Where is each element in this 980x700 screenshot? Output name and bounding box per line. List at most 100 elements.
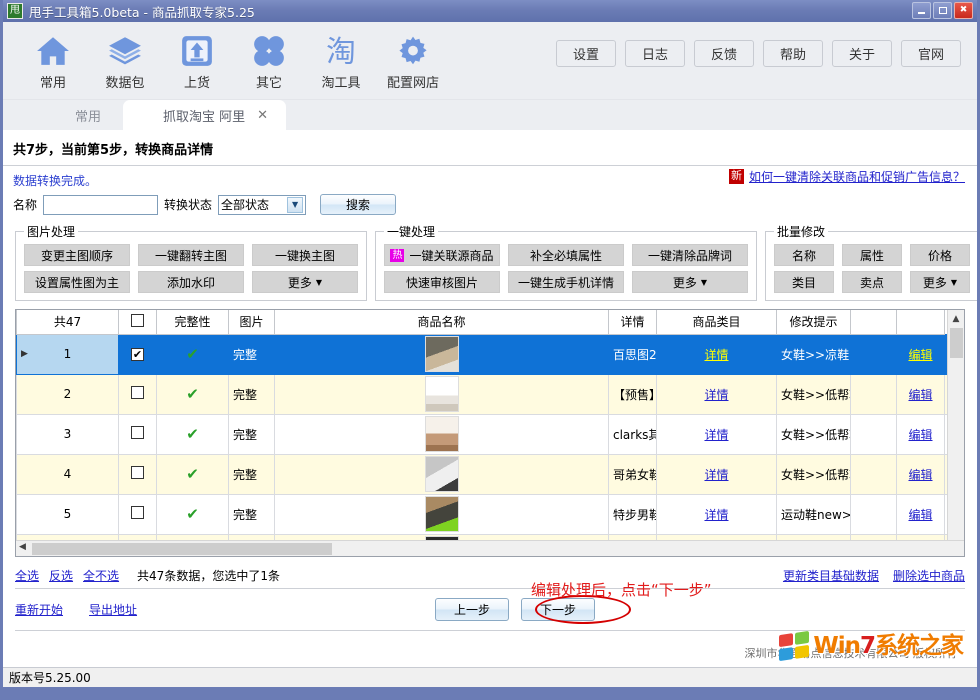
- about-button[interactable]: 关于: [832, 40, 892, 67]
- row-checkbox[interactable]: ✔: [131, 348, 144, 361]
- update-category-data-link[interactable]: 更新类目基础数据: [783, 567, 879, 584]
- ribbon-item-taotool[interactable]: 淘 淘工具: [305, 28, 377, 91]
- row-checkbox-cell[interactable]: [119, 494, 157, 534]
- row-detail-cell[interactable]: 详情: [657, 334, 777, 374]
- close-button[interactable]: ✖: [954, 2, 973, 19]
- row-thumbnail-cell: [275, 374, 609, 414]
- row-edit-cell[interactable]: 编辑: [897, 334, 945, 374]
- set-attr-image-as-main-button[interactable]: 设置属性图为主: [24, 271, 130, 293]
- row-checkbox[interactable]: [131, 386, 144, 399]
- row-checkbox-cell[interactable]: [119, 454, 157, 494]
- search-button[interactable]: 搜索: [320, 194, 396, 215]
- clear-brand-words-button[interactable]: 一键清除品牌词: [632, 244, 748, 266]
- search-input[interactable]: [43, 195, 158, 215]
- settings-button[interactable]: 设置: [556, 40, 616, 67]
- detail-link[interactable]: 详情: [704, 468, 728, 482]
- select-all-link[interactable]: 全选: [15, 567, 39, 584]
- export-address-link[interactable]: 导出地址: [89, 601, 137, 618]
- row-detail-cell[interactable]: 详情: [657, 454, 777, 494]
- batch-category-button[interactable]: 类目: [774, 271, 834, 293]
- chevron-down-icon[interactable]: ▼: [287, 197, 303, 213]
- ribbon-item-upload[interactable]: 上货: [161, 28, 233, 91]
- th-select-all-checkbox-cell[interactable]: [119, 310, 157, 334]
- close-icon[interactable]: ✕: [257, 108, 268, 123]
- batch-more-button[interactable]: 更多 ▼: [910, 271, 970, 293]
- edit-link[interactable]: 编辑: [908, 508, 932, 522]
- tab-common[interactable]: 常用: [53, 100, 123, 130]
- help-button[interactable]: 帮助: [763, 40, 823, 67]
- detail-link[interactable]: 详情: [704, 348, 728, 362]
- table-row[interactable]: 2 ✔ 完整 【预售】莎莎苏春新款流行牛皮深口百搭休闲乐福鞋网红平底... 详情…: [17, 374, 961, 414]
- scroll-left-icon[interactable]: ◀: [19, 542, 26, 552]
- next-step-button[interactable]: 下一步: [521, 598, 595, 621]
- row-edit-cell[interactable]: 编辑: [897, 454, 945, 494]
- image-more-button[interactable]: 更多 ▼: [252, 271, 358, 293]
- hot-badge: 热: [390, 249, 404, 262]
- chevron-down-icon: ▼: [316, 278, 322, 287]
- row-detail-cell[interactable]: 详情: [657, 494, 777, 534]
- detail-link[interactable]: 详情: [704, 388, 728, 402]
- table-row[interactable]: ▶ 1 ✔ ✔ 完整: [17, 334, 961, 374]
- oneclick-more-button[interactable]: 更多 ▼: [632, 271, 748, 293]
- edit-link[interactable]: 编辑: [908, 348, 932, 362]
- batch-name-button[interactable]: 名称: [774, 244, 834, 266]
- row-detail-cell[interactable]: 详情: [657, 414, 777, 454]
- row-hint-cell: [851, 414, 897, 454]
- change-main-image-order-button[interactable]: 变更主图顺序: [24, 244, 130, 266]
- link-source-product-button[interactable]: 热 一键关联源商品: [384, 244, 500, 266]
- table-row[interactable]: 3 ✔ 完整 clarks其乐2019新款女鞋Mena Bloom正装浅口尖头高…: [17, 414, 961, 454]
- promo-link[interactable]: 如何一键清除关联商品和促销广告信息？: [749, 168, 965, 185]
- edit-link[interactable]: 编辑: [908, 388, 932, 402]
- vertical-scroll-thumb[interactable]: [950, 328, 963, 358]
- ribbon-item-datapack[interactable]: 数据包: [89, 28, 161, 91]
- generate-mobile-detail-button[interactable]: 一键生成手机详情: [508, 271, 624, 293]
- invert-selection-link[interactable]: 反选: [49, 567, 73, 584]
- detail-link[interactable]: 详情: [704, 508, 728, 522]
- fill-required-attributes-button[interactable]: 补全必填属性: [508, 244, 624, 266]
- delete-selected-products-link[interactable]: 删除选中商品: [893, 567, 965, 584]
- ribbon-item-configshop[interactable]: 配置网店: [377, 28, 449, 91]
- minimize-button[interactable]: [912, 2, 931, 19]
- row-checkbox-cell[interactable]: [119, 414, 157, 454]
- ribbon-item-common[interactable]: 常用: [17, 28, 89, 91]
- feedback-button[interactable]: 反馈: [694, 40, 754, 67]
- row-checkbox-cell[interactable]: ✔: [119, 334, 157, 374]
- log-button[interactable]: 日志: [625, 40, 685, 67]
- horizontal-scroll-thumb[interactable]: [32, 543, 332, 555]
- row-edit-cell[interactable]: 编辑: [897, 374, 945, 414]
- batch-sellingpoint-button[interactable]: 卖点: [842, 271, 902, 293]
- replace-main-image-button[interactable]: 一键换主图: [252, 244, 358, 266]
- group-batch-edit: 批量修改 名称 属性 价格 类目 卖点 更多 ▼: [765, 223, 979, 301]
- row-detail-cell[interactable]: 详情: [657, 374, 777, 414]
- maximize-button[interactable]: [933, 2, 952, 19]
- edit-link[interactable]: 编辑: [908, 428, 932, 442]
- row-checkbox[interactable]: [131, 426, 144, 439]
- table-row[interactable]: 5 ✔ 完整 特步男鞋女鞋减震旋运动鞋跑步鞋超轻减震网面透气专业训练... 详情…: [17, 494, 961, 534]
- table-vertical-scrollbar[interactable]: ▲ ▼: [947, 310, 964, 556]
- quick-review-images-button[interactable]: 快速审核图片: [384, 271, 500, 293]
- row-edit-cell[interactable]: 编辑: [897, 414, 945, 454]
- edit-link[interactable]: 编辑: [908, 468, 932, 482]
- detail-link[interactable]: 详情: [704, 428, 728, 442]
- tab-fetch-taobao-alibaba[interactable]: 抓取淘宝 阿里 ✕: [123, 100, 286, 130]
- header-checkbox[interactable]: [131, 314, 144, 327]
- table-horizontal-scrollbar[interactable]: ◀: [16, 540, 964, 556]
- row-checkbox-cell[interactable]: [119, 374, 157, 414]
- add-watermark-button[interactable]: 添加水印: [138, 271, 244, 293]
- website-button[interactable]: 官网: [901, 40, 961, 67]
- row-checkbox[interactable]: [131, 466, 144, 479]
- row-checkbox[interactable]: [131, 506, 144, 519]
- table-row[interactable]: 4 ✔ 完整 哥弟女鞋2019春夏新款真皮厚底增高小白鞋网红松糕休闲板鞋... …: [17, 454, 961, 494]
- batch-attribute-button[interactable]: 属性: [842, 244, 902, 266]
- select-none-link[interactable]: 全不选: [83, 567, 119, 584]
- previous-step-button[interactable]: 上一步: [435, 598, 509, 621]
- batch-price-button[interactable]: 价格: [910, 244, 970, 266]
- row-edit-cell[interactable]: 编辑: [897, 494, 945, 534]
- scroll-up-icon[interactable]: ▲: [953, 310, 960, 327]
- row-thumbnail-cell: [275, 414, 609, 454]
- flip-main-image-button[interactable]: 一键翻转主图: [138, 244, 244, 266]
- convert-state-select[interactable]: 全部状态 ▼: [218, 195, 306, 215]
- restart-link[interactable]: 重新开始: [15, 601, 63, 618]
- ribbon-item-other[interactable]: 其它: [233, 28, 305, 91]
- product-table-container[interactable]: 共47 完整性 图片 商品名称 详情 商品类目 修改提示: [15, 309, 965, 557]
